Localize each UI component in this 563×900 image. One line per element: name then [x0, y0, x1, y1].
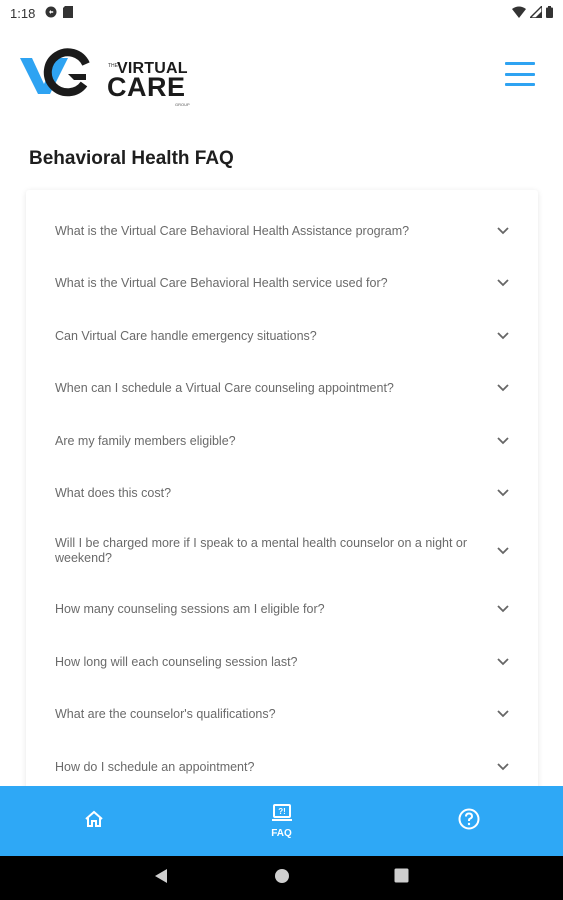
status-bar: 1:18	[0, 0, 563, 26]
faq-question: What are the counselor's qualifications?	[55, 706, 276, 721]
logo-care-text: CARE	[107, 72, 186, 102]
home-circle-icon[interactable]	[274, 868, 290, 889]
faq-item[interactable]: What does this cost?	[26, 472, 538, 514]
tab-faq[interactable]: ?! FAQ	[188, 786, 376, 856]
faq-question: Will I be charged more if I speak to a m…	[55, 536, 468, 565]
faq-item[interactable]: When can I schedule a Virtual Care couns…	[26, 367, 538, 409]
chevron-down-icon[interactable]	[496, 276, 510, 290]
chevron-down-icon[interactable]	[496, 224, 510, 238]
chevron-down-icon[interactable]	[496, 602, 510, 616]
page-title: Behavioral Health FAQ	[29, 148, 234, 169]
faq-accordion: What is the Virtual Care Behavioral Heal…	[26, 190, 538, 810]
virtual-care-logo[interactable]: THE VIRTUAL CARE GROUP	[20, 48, 190, 107]
status-time: 1:18	[10, 5, 36, 21]
vg-logo-mark	[20, 48, 90, 97]
faq-item[interactable]: Are my family members eligible?	[26, 420, 538, 462]
chevron-down-icon[interactable]	[496, 486, 510, 500]
logo-group-text: GROUP	[175, 102, 190, 107]
help-circle-icon	[458, 808, 480, 835]
faq-item[interactable]: What are the counselor's qualifications?	[26, 693, 538, 735]
faq-item[interactable]: What is the Virtual Care Behavioral Heal…	[26, 210, 538, 252]
home-icon	[84, 810, 104, 833]
faq-question: When can I schedule a Virtual Care couns…	[55, 380, 394, 395]
faq-question: How many counseling sessions am I eligib…	[55, 601, 325, 616]
faq-question: What is the Virtual Care Behavioral Heal…	[55, 275, 388, 290]
chevron-down-icon[interactable]	[496, 329, 510, 343]
faq-question: Can Virtual Care handle emergency situat…	[55, 328, 317, 343]
faq-item[interactable]: How do I schedule an appointment?	[26, 746, 538, 788]
chevron-down-icon[interactable]	[496, 655, 510, 669]
hamburger-menu-icon[interactable]	[505, 62, 535, 86]
chevron-down-icon[interactable]	[496, 434, 510, 448]
back-icon[interactable]	[154, 868, 168, 889]
sync-icon	[45, 6, 57, 21]
chevron-down-icon[interactable]	[496, 544, 510, 558]
faq-item[interactable]: How long will each counseling session la…	[26, 641, 538, 683]
tab-help[interactable]	[375, 786, 563, 856]
faq-icon: ?!	[271, 803, 293, 827]
status-right-icons	[512, 3, 553, 21]
wifi-icon	[512, 6, 526, 21]
faq-item[interactable]: Can Virtual Care handle emergency situat…	[26, 315, 538, 357]
app-header: THE VIRTUAL CARE GROUP	[0, 40, 563, 110]
chevron-down-icon[interactable]	[496, 381, 510, 395]
svg-text:?!: ?!	[278, 807, 286, 816]
chevron-down-icon[interactable]	[496, 707, 510, 721]
tab-faq-label: FAQ	[271, 827, 292, 839]
faq-item[interactable]: How many counseling sessions am I eligib…	[26, 588, 538, 630]
tab-home[interactable]	[0, 786, 188, 856]
faq-question: What does this cost?	[55, 485, 172, 500]
faq-question: How do I schedule an appointment?	[55, 759, 255, 774]
faq-question: Are my family members eligible?	[55, 433, 236, 448]
recents-icon[interactable]	[394, 868, 409, 888]
faq-item[interactable]: Will I be charged more if I speak to a m…	[26, 528, 538, 574]
faq-question: How long will each counseling session la…	[55, 654, 298, 669]
system-nav-bar	[0, 856, 563, 900]
bottom-nav: ?! FAQ	[0, 786, 563, 856]
signal-icon	[528, 3, 543, 21]
battery-icon	[546, 5, 553, 21]
faq-question: What is the Virtual Care Behavioral Heal…	[55, 223, 410, 238]
sd-card-icon	[63, 5, 74, 21]
faq-item[interactable]: What is the Virtual Care Behavioral Heal…	[26, 262, 538, 304]
chevron-down-icon[interactable]	[496, 760, 510, 774]
